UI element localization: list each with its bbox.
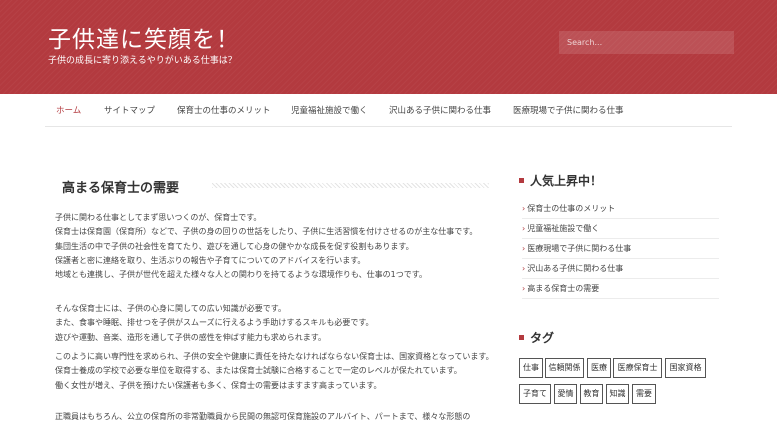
- popular-item-label: 高まる保育士の需要: [527, 284, 600, 293]
- nav-item-sitemap[interactable]: サイトマップ: [104, 104, 155, 116]
- paragraph-4: 正職員はもちろん、公立の保育所の非常勤職員から民間の無認可保育施設のアルバイト、…: [55, 410, 470, 424]
- tags-title-text: タグ: [530, 331, 555, 345]
- search-input[interactable]: [559, 31, 734, 54]
- nav-item-home[interactable]: ホーム: [56, 104, 81, 116]
- popular-title-text: 人気上昇中！: [530, 174, 603, 188]
- chevron-right-icon: ›: [522, 284, 526, 293]
- tag[interactable]: 知識: [606, 384, 629, 404]
- paragraph-line: 正職員はもちろん、公立の保育所の非常勤職員から民間の無認可保育施設のアルバイト、…: [55, 412, 471, 421]
- site-description: 子供の成長に寄り添えるやりがいある仕事は？: [48, 56, 237, 66]
- tags-widget-title: タグ: [519, 329, 554, 346]
- paragraph-line: 保育士は保育園（保育所）などで、子供の身の回りの世話をしたり、子供に生活習慣を付…: [55, 227, 478, 237]
- popular-item[interactable]: › 医療現場で子供に関わる仕事: [522, 240, 719, 259]
- popular-widget-title: 人気上昇中！: [519, 172, 602, 189]
- popular-item-label: 保育士の仕事のメリット: [527, 204, 616, 213]
- site-title[interactable]: 子供達に笑顔を！: [48, 20, 240, 54]
- tag[interactable]: 愛情: [554, 384, 577, 404]
- chevron-right-icon: ›: [522, 224, 526, 233]
- title-divider: [212, 183, 489, 188]
- popular-item-label: 沢山ある子供に関わる仕事: [527, 264, 624, 273]
- tag[interactable]: 医療: [587, 358, 611, 378]
- paragraph-line: また、食事や睡眠、排せつを子供がスムーズに行えるよう手助けするスキルも必要です。: [55, 318, 374, 328]
- nav-item-child-welfare[interactable]: 児童福祉施設で働く: [291, 104, 368, 116]
- popular-item-label: 児童福祉施設で働く: [527, 224, 600, 233]
- paragraph-line: 子供に関わる仕事としてまず思いつくのが、保育士です。: [55, 213, 262, 222]
- tag[interactable]: 国家資格: [665, 358, 706, 378]
- nav-item-child-jobs[interactable]: 沢山ある子供に関わる仕事: [389, 104, 491, 116]
- square-bullet-icon: [519, 335, 524, 340]
- nav-item-medical-jobs[interactable]: 医療現場で子供に関わる仕事: [513, 104, 624, 116]
- tag[interactable]: 教育: [580, 384, 603, 404]
- tag[interactable]: 信頼関係: [545, 358, 584, 378]
- paragraph-line: 遊びや運動、音楽、造形を通して子供の感性を伸ばす能力も求められます。: [55, 332, 326, 342]
- tag[interactable]: 仕事: [519, 358, 543, 378]
- tag[interactable]: 子育て: [519, 384, 551, 404]
- popular-item[interactable]: › 沢山ある子供に関わる仕事: [522, 260, 719, 279]
- tag[interactable]: 需要: [632, 384, 656, 404]
- site-header: 子供達に笑顔を！ 子供の成長に寄り添えるやりがいある仕事は？: [0, 0, 777, 94]
- paragraph-line: 保育士養成の学校で必要な単位を取得する、または保育士試験に合格することで一定のレ…: [55, 366, 462, 376]
- paragraph-line: そんな保育士には、子供の心身に関しての広い知識が必要です。: [55, 304, 286, 313]
- tag[interactable]: 医療保育士: [613, 358, 662, 378]
- paragraph-3: このように高い専門性を求められ、子供の安全や健康に責任を持たなければならない保育…: [55, 350, 494, 393]
- square-bullet-icon: [519, 178, 524, 183]
- paragraph-1: 子供に関わる仕事としてまず思いつくのが、保育士です。 保育士は保育園（保育所）な…: [55, 211, 477, 282]
- paragraph-line: 集団生活の中で子供の社会性を育てたり、遊びを通して心身の健やかな成長を促す役割も…: [55, 241, 414, 251]
- chevron-right-icon: ›: [522, 244, 526, 253]
- chevron-right-icon: ›: [522, 264, 526, 273]
- popular-item-label: 医療現場で子供に関わる仕事: [527, 244, 632, 253]
- popular-item[interactable]: › 高まる保育士の需要: [522, 280, 719, 299]
- paragraph-line: 働く女性が増え、子供を預けたい保護者も多く、保育士の需要はますます高まっています…: [55, 380, 382, 390]
- paragraph-line: 地域とも連携し、子供が世代を超えた様々な人との関わりを持てるような環境作りも、仕…: [55, 270, 427, 280]
- chevron-right-icon: ›: [522, 204, 526, 213]
- post-title: 高まる保育士の需要: [62, 181, 180, 196]
- popular-item[interactable]: › 保育士の仕事のメリット: [522, 200, 719, 219]
- main-navigation: ホーム サイトマップ 保育士の仕事のメリット 児童福祉施設で働く 沢山ある子供に…: [45, 94, 732, 127]
- nav-item-nursery-merits[interactable]: 保育士の仕事のメリット: [177, 104, 271, 116]
- paragraph-line: このように高い専門性を求められ、子供の安全や健康に責任を持たなければならない保育…: [55, 352, 494, 361]
- paragraph-2: そんな保育士には、子供の心身に関しての広い知識が必要です。 また、食事や睡眠、排…: [55, 302, 374, 345]
- paragraph-line: 保護者と密に連絡を取り、生活ぶりの報告や子育てについてのアドバイスを行います。: [55, 255, 366, 265]
- popular-item[interactable]: › 児童福祉施設で働く: [522, 220, 719, 239]
